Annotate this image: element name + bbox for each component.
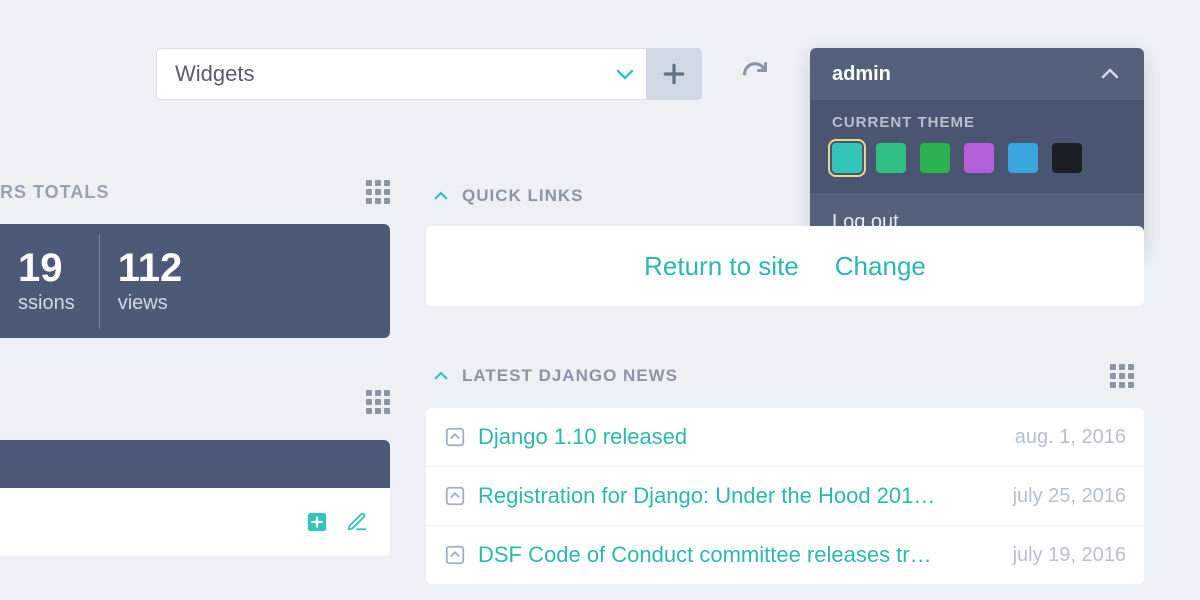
news-title: Django 1.10 released (478, 424, 1001, 450)
news-header[interactable]: LATEST DJANGO NEWS (432, 366, 678, 386)
chevron-down-icon (601, 62, 649, 86)
stat-label: views (118, 292, 183, 315)
quick-link-return[interactable]: Return to site (644, 251, 799, 282)
quick-links-header[interactable]: QUICK LINKS (432, 186, 584, 206)
news-date: july 25, 2016 (1013, 485, 1126, 508)
drag-handle-icon[interactable] (366, 390, 390, 414)
external-link-icon (444, 485, 466, 507)
theme-swatch-teal[interactable] (832, 143, 862, 173)
external-link-icon (444, 544, 466, 566)
news-card: Django 1.10 released aug. 1, 2016 Regist… (426, 408, 1144, 584)
widgets-dropdown-label: Widgets (157, 61, 601, 87)
news-item[interactable]: Registration for Django: Under the Hood … (426, 466, 1144, 525)
theme-swatch-blue[interactable] (1008, 143, 1038, 173)
add-item-button[interactable] (306, 511, 328, 533)
news-title: DSF Code of Conduct committee releases t… (478, 542, 999, 568)
left-widget-strip (0, 440, 390, 488)
user-menu-header[interactable]: admin (810, 48, 1144, 100)
drag-handle-icon (1110, 364, 1134, 388)
section-title: QUICK LINKS (462, 186, 584, 206)
refresh-button[interactable] (740, 59, 770, 89)
theme-swatches (832, 143, 1122, 173)
theme-swatch-purple[interactable] (964, 143, 994, 173)
chevron-up-icon (1098, 62, 1122, 86)
theme-swatch-green[interactable] (876, 143, 906, 173)
news-date: july 19, 2016 (1013, 544, 1126, 567)
external-link-icon (444, 426, 466, 448)
edit-button[interactable] (346, 511, 368, 533)
theme-section-title: CURRENT THEME (832, 114, 1122, 131)
theme-swatch-black[interactable] (1052, 143, 1082, 173)
news-item[interactable]: Django 1.10 released aug. 1, 2016 (426, 408, 1144, 466)
username-label: admin (832, 63, 891, 86)
theme-swatch-emerald[interactable] (920, 143, 950, 173)
widgets-dropdown[interactable]: Widgets (156, 48, 650, 100)
left-widget-actions (0, 488, 390, 556)
stat-views: 112 views (99, 234, 207, 329)
totals-header-label: RS TOTALS (0, 182, 109, 203)
theme-section: CURRENT THEME (810, 100, 1144, 193)
totals-section-header: RS TOTALS (0, 180, 390, 204)
stat-value: 19 (18, 248, 75, 288)
left-widget-header (0, 390, 390, 414)
drag-handle-icon[interactable] (366, 180, 390, 204)
quick-links-card: Return to site Change (426, 226, 1144, 306)
totals-card: 19 ssions 112 views (0, 224, 390, 338)
news-drag-handle[interactable] (1110, 364, 1134, 388)
user-menu-panel: admin CURRENT THEME Log out (810, 48, 1144, 252)
stat-label: ssions (18, 292, 75, 315)
stat-sessions: 19 ssions (0, 234, 99, 329)
chevron-up-icon (432, 187, 450, 205)
news-title: Registration for Django: Under the Hood … (478, 483, 999, 509)
news-date: aug. 1, 2016 (1015, 426, 1126, 449)
stat-value: 112 (118, 248, 183, 288)
section-title: LATEST DJANGO NEWS (462, 366, 678, 386)
add-widget-button[interactable] (646, 48, 702, 100)
quick-link-change[interactable]: Change (835, 251, 926, 282)
chevron-up-icon (432, 367, 450, 385)
news-item[interactable]: DSF Code of Conduct committee releases t… (426, 525, 1144, 584)
